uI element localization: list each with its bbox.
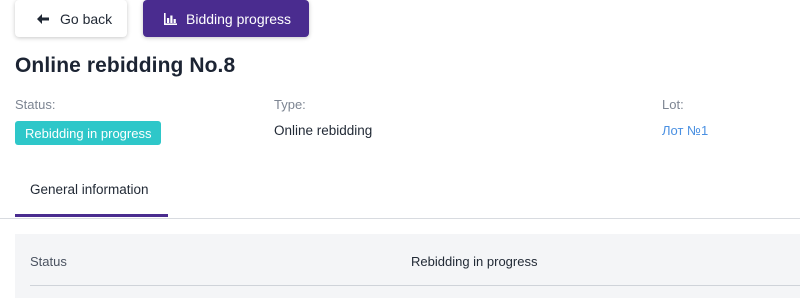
general-info-table: Status Rebidding in progress: [15, 234, 800, 298]
tab-general-information[interactable]: General information: [15, 168, 168, 217]
lot-label: Lot:: [662, 97, 684, 112]
arrow-left-icon: [37, 13, 51, 24]
table-row: Status Rebidding in progress: [30, 234, 800, 286]
bidding-progress-label: Bidding progress: [186, 10, 292, 27]
toolbar: Go back Bidding progress: [15, 0, 309, 37]
tab-bar: General information: [0, 168, 800, 219]
type-label: Type:: [274, 97, 306, 112]
go-back-button[interactable]: Go back: [15, 0, 127, 37]
page-title: Online rebidding No.8: [15, 54, 236, 77]
info-value-status: Rebidding in progress: [411, 254, 538, 269]
bar-chart-icon: [164, 12, 178, 25]
type-value: Online rebidding: [274, 123, 373, 138]
status-badge: Rebidding in progress: [15, 121, 162, 145]
go-back-label: Go back: [60, 10, 113, 27]
bidding-progress-button[interactable]: Bidding progress: [143, 0, 309, 37]
status-label: Status:: [15, 97, 56, 112]
lot-link[interactable]: Лот №1: [662, 123, 708, 138]
info-key-status: Status: [30, 254, 67, 269]
